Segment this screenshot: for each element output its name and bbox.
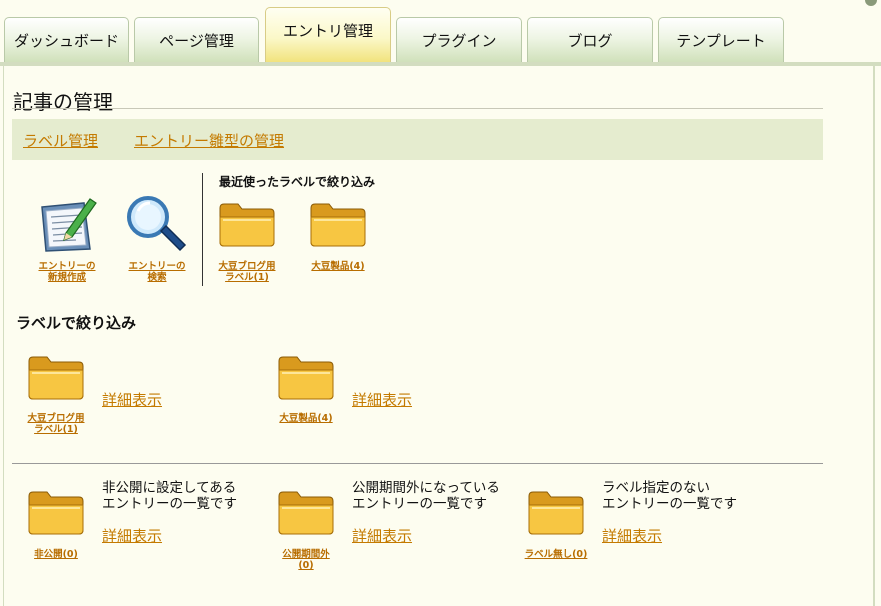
label-line: 新規作成	[47, 272, 86, 283]
tab-plugin[interactable]: プラグイン	[396, 17, 522, 63]
label-line: 非公開(0)	[34, 549, 78, 560]
status-dot-icon	[865, 0, 877, 6]
label-line: (0)	[298, 560, 314, 571]
out-of-period-link[interactable]: 公開期間外 (0)	[266, 549, 346, 571]
tab-label: テンプレート	[676, 32, 766, 50]
description-text: 公開期間外になっている エントリーの一覧です	[352, 480, 500, 512]
description-text: ラベル指定のない エントリーの一覧です	[602, 480, 737, 512]
detail-link[interactable]: 詳細表示	[352, 525, 412, 546]
folder-icon[interactable]	[277, 353, 335, 401]
label-line: エントリーの	[38, 261, 96, 272]
description-line: 非公開に設定してある	[102, 480, 237, 496]
label-line: 大豆製品(4)	[279, 413, 333, 424]
detail-link[interactable]: 詳細表示	[352, 389, 412, 410]
detail-link[interactable]: 詳細表示	[102, 525, 162, 546]
template-manage-link[interactable]: エントリー雛型の管理	[134, 130, 284, 151]
tab-dashboard[interactable]: ダッシュボード	[4, 17, 129, 63]
tab-label: ページ管理	[159, 32, 234, 50]
label-line: 大豆ブログ用	[218, 261, 276, 272]
no-label-link[interactable]: ラベル無し(0)	[516, 549, 596, 560]
tab-label: ブログ	[567, 32, 613, 50]
tab-label: エントリ管理	[282, 22, 373, 40]
tab-blog[interactable]: ブログ	[527, 17, 653, 63]
recent-labels-heading: 最近使ったラベルで絞り込み	[219, 175, 376, 189]
vertical-divider	[202, 173, 203, 286]
tab-template[interactable]: テンプレート	[658, 17, 784, 63]
folder-icon[interactable]	[27, 488, 85, 536]
unpublished-link[interactable]: 非公開(0)	[16, 549, 96, 560]
label-item-link[interactable]: 大豆製品(4)	[266, 413, 346, 424]
section-divider	[12, 463, 823, 464]
detail-link[interactable]: 詳細表示	[602, 525, 662, 546]
label-line: 検索	[147, 272, 167, 283]
folder-icon[interactable]	[27, 353, 85, 401]
description-line: ラベル指定のない	[602, 480, 710, 496]
label-filter-heading: ラベルで絞り込み	[16, 314, 137, 332]
label-line: 公開期間外	[282, 549, 330, 560]
page-title: 記事の管理	[13, 90, 113, 114]
title-divider	[12, 108, 823, 109]
folder-icon[interactable]	[218, 200, 276, 248]
folder-icon[interactable]	[277, 488, 335, 536]
tab-bar: ダッシュボード ページ管理 エントリ管理 プラグイン ブログ テンプレート	[0, 0, 881, 66]
tab-entry-manage[interactable]: エントリ管理	[265, 7, 391, 63]
description-line: エントリーの一覧です	[602, 496, 737, 512]
label-line: ラベル(1)	[34, 424, 78, 435]
tab-label: プラグイン	[421, 32, 497, 50]
recent-label-link[interactable]: 大豆製品(4)	[299, 261, 377, 272]
new-entry-icon[interactable]	[36, 193, 98, 255]
label-manage-link[interactable]: ラベル管理	[23, 130, 98, 151]
tab-page-manage[interactable]: ページ管理	[134, 17, 259, 63]
label-item-link[interactable]: 大豆ブログ用 ラベル(1)	[16, 413, 96, 435]
label-line: ラベル無し(0)	[524, 549, 588, 560]
description-line: エントリーの一覧です	[352, 496, 487, 512]
search-icon[interactable]	[124, 193, 188, 255]
new-entry-link[interactable]: エントリーの 新規作成	[28, 261, 106, 283]
description-line: 公開期間外になっている	[352, 480, 500, 496]
description-line: エントリーの一覧です	[102, 496, 237, 512]
label-line: ラベル(1)	[225, 272, 269, 283]
folder-icon[interactable]	[527, 488, 585, 536]
search-entry-link[interactable]: エントリーの 検索	[118, 261, 196, 283]
description-text: 非公開に設定してある エントリーの一覧です	[102, 480, 237, 512]
folder-icon[interactable]	[309, 200, 367, 248]
tab-label: ダッシュボード	[13, 32, 119, 50]
label-line: 大豆ブログ用	[27, 413, 85, 424]
recent-label-link[interactable]: 大豆ブログ用 ラベル(1)	[208, 261, 286, 283]
label-line: エントリーの	[128, 261, 186, 272]
label-line: 大豆製品(4)	[311, 261, 365, 272]
detail-link[interactable]: 詳細表示	[102, 389, 162, 410]
